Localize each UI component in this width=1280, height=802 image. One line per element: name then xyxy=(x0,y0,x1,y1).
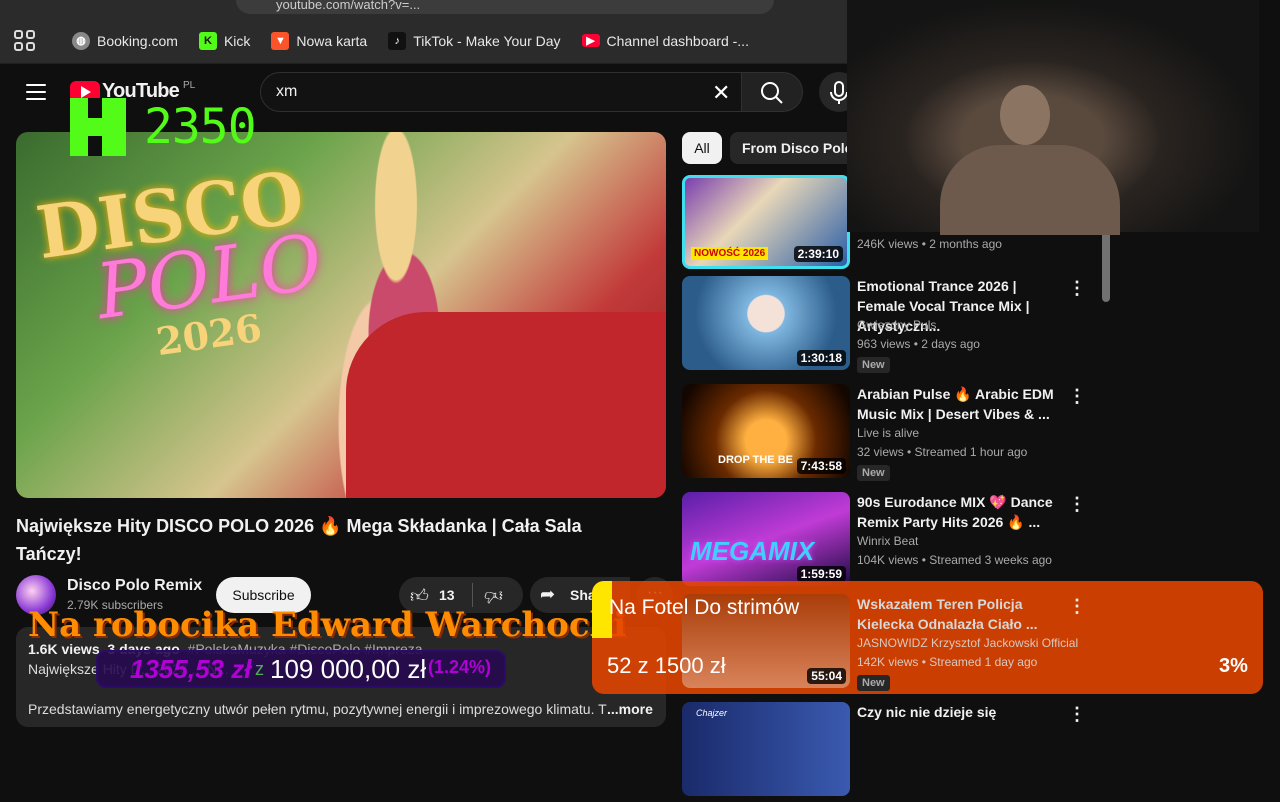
video-thumbnail[interactable]: NOWOŚĆ 2026 2:39:10 xyxy=(682,175,850,269)
video-title[interactable]: Wskazałem Teren Policja Kielecka Odnalaz… xyxy=(857,594,1067,634)
thumbs-up-icon[interactable]: 👍︎ xyxy=(410,585,429,607)
duration-badge: 55:04 xyxy=(807,668,846,684)
like-count: 13 xyxy=(439,587,455,603)
kick-icon: K xyxy=(198,31,217,50)
video-views: 963 views • 2 days ago xyxy=(857,337,980,351)
webcam-person-body xyxy=(940,145,1120,235)
search-icon xyxy=(761,82,783,104)
duration-badge: 2:39:10 xyxy=(793,246,843,262)
video-thumbnail[interactable]: 1:30:18 xyxy=(682,276,850,370)
channel-name[interactable]: Gwiezdny Puls xyxy=(857,318,936,332)
more-vert-icon[interactable]: ⋮ xyxy=(1068,704,1086,725)
stream-goal-title: Na Fotel Do strimów xyxy=(609,596,800,619)
video-views: 104K views • Streamed 3 weeks ago xyxy=(857,553,1052,567)
video-title[interactable]: Arabian Pulse 🔥 Arabic EDM Music Mix | D… xyxy=(857,384,1067,424)
channel-name[interactable]: JASNOWIDZ Krzysztof Jackowski Official xyxy=(857,636,1078,650)
globe-icon: ◍ xyxy=(72,31,90,50)
stream-goal-percent: 3% xyxy=(1219,655,1248,677)
chip-all[interactable]: All xyxy=(682,132,722,164)
scrollbar[interactable] xyxy=(1102,230,1110,302)
share-icon: ➦ xyxy=(540,584,556,604)
video-thumbnail[interactable]: DROP THE BE 7:43:58 xyxy=(682,384,850,478)
new-badge: New xyxy=(857,465,890,481)
close-icon[interactable]: ✕ xyxy=(712,80,730,106)
search-input[interactable] xyxy=(260,72,742,112)
bookmark-tiktok[interactable]: ♪ TikTok - Make Your Day xyxy=(388,31,561,50)
video-views: 246K views • 2 months ago xyxy=(857,237,1002,251)
bookmark-kick[interactable]: K Kick xyxy=(198,31,251,50)
list-item[interactable]: Chajzer Czy nic nie dzieje się ⋮ xyxy=(682,702,1112,802)
more-vert-icon[interactable]: ⋮ xyxy=(1068,386,1086,407)
bookmark-label: Channel dashboard -... xyxy=(606,32,749,49)
list-item[interactable]: DROP THE BE 7:43:58 Arabian Pulse 🔥 Arab… xyxy=(682,384,1112,484)
duration-badge: 1:30:18 xyxy=(796,350,846,366)
donation-goal-amount: 109 000,00 zł xyxy=(270,654,427,684)
video-title: Największe Hity DISCO POLO 2026 🔥 Mega S… xyxy=(16,516,582,564)
more-vert-icon[interactable]: ⋮ xyxy=(1068,596,1086,617)
bookmark-label: TikTok - Make Your Day xyxy=(413,32,561,49)
donation-raised: 1355,53 zł xyxy=(130,654,252,684)
donation-separator: z xyxy=(255,659,264,679)
apps-grid-icon[interactable] xyxy=(14,29,36,52)
youtube-icon: ▶ xyxy=(581,34,600,47)
video-title[interactable]: Czy nic nie dzieje się xyxy=(857,702,1067,722)
bookmark-label: Kick xyxy=(223,32,251,49)
thumbs-down-icon[interactable]: 👍︎ xyxy=(484,585,503,607)
new-badge: New xyxy=(857,675,890,691)
tiktok-icon: ♪ xyxy=(388,31,407,50)
thumbnail-badge: NOWOŚĆ 2026 xyxy=(691,247,769,260)
menu-icon[interactable] xyxy=(26,84,46,100)
search-query: xm xyxy=(276,83,298,100)
show-more-link[interactable]: ...more xyxy=(607,701,653,717)
bookmark-channel-dashboard[interactable]: ▶ Channel dashboard -... xyxy=(581,32,749,49)
duration-badge: 7:43:58 xyxy=(796,458,846,474)
thumbnail-text: DROP THE BE xyxy=(718,454,793,466)
bookmark-label: Nowa karta xyxy=(296,32,368,49)
video-thumbnail[interactable]: MEGAMIX 1:59:59 xyxy=(682,492,850,586)
thumbnail-text: MEGAMIX xyxy=(690,536,815,566)
search-button[interactable] xyxy=(741,72,803,112)
country-code: PL xyxy=(182,80,196,91)
webcam-person-head xyxy=(1000,85,1050,145)
list-item[interactable]: 1:30:18 Emotional Trance 2026 | Female V… xyxy=(682,276,1112,376)
bookmark-nowa-karta[interactable]: ▼ Nowa karta xyxy=(271,31,368,50)
donation-goal-title: Na robocika Edward Warchocki xyxy=(28,605,626,645)
kick-logo-icon xyxy=(70,98,126,156)
channel-name[interactable]: Disco Polo Remix xyxy=(67,577,202,595)
list-item[interactable]: MEGAMIX 1:59:59 90s Eurodance MIX 💖 Danc… xyxy=(682,492,1112,592)
video-title[interactable]: 90s Eurodance MIX 💖 Dance Remix Party Hi… xyxy=(857,492,1067,532)
video-thumbnail[interactable]: Chajzer xyxy=(682,702,850,796)
donation-percent: (1.24%) xyxy=(428,657,492,677)
video-views: 32 views • Streamed 1 hour ago xyxy=(857,445,1028,459)
more-vert-icon[interactable]: ⋮ xyxy=(1068,278,1086,299)
bookmark-booking[interactable]: ◍ Booking.com xyxy=(72,31,178,50)
duration-badge: 1:59:59 xyxy=(796,566,846,582)
chip-from-channel[interactable]: From Disco Polo xyxy=(730,132,850,164)
divider xyxy=(472,583,473,607)
stream-goal-progress: 52 z 1500 zł xyxy=(607,653,726,678)
thumbnail-car xyxy=(346,312,666,498)
brave-icon: ▼ xyxy=(271,31,290,50)
video-views: 142K views • Streamed 1 day ago xyxy=(857,655,1038,669)
channel-name[interactable]: Live is alive xyxy=(857,426,919,440)
bookmark-label: Booking.com xyxy=(97,32,178,49)
description-line: Przedstawiamy energetyczny utwór pełen r… xyxy=(28,701,607,717)
video-player[interactable]: DISCO POLO 2026 xyxy=(16,132,666,498)
address-bar[interactable]: youtube.com/watch?v=... xyxy=(236,0,774,14)
kick-count: 2350 xyxy=(144,99,257,155)
more-vert-icon[interactable]: ⋮ xyxy=(1068,494,1086,515)
thumbnail-text: Chajzer xyxy=(696,708,728,718)
channel-name[interactable]: Winrix Beat xyxy=(857,534,918,548)
kick-follower-overlay: 2350 xyxy=(70,98,257,156)
new-badge: New xyxy=(857,357,890,373)
bookmarks-bar: ◍ Booking.com K Kick ▼ Nowa karta ♪ TikT… xyxy=(0,18,847,64)
